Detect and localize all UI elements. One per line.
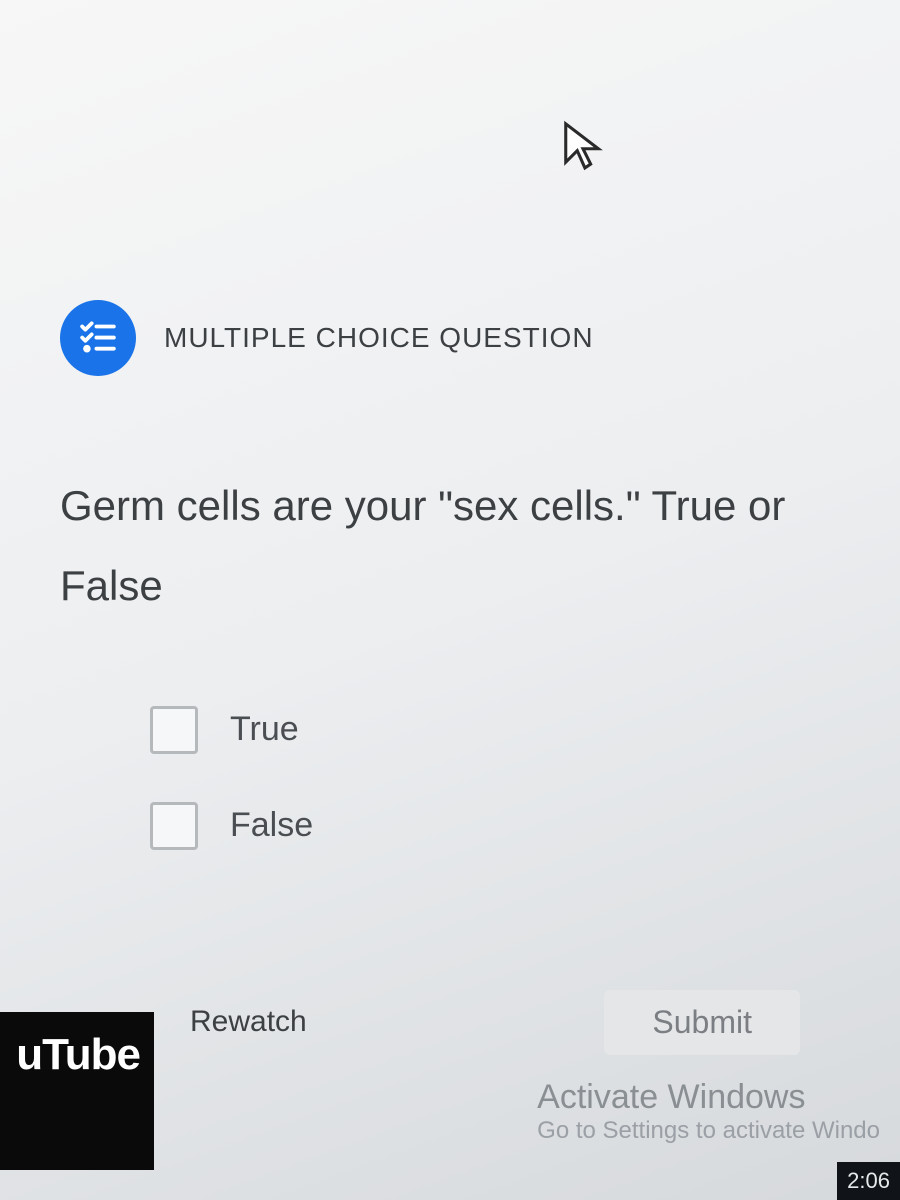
watermark-subtitle: Go to Settings to activate Windo — [537, 1117, 880, 1145]
action-row: Rewatch Submit — [190, 990, 800, 1055]
options-list: True False — [150, 706, 860, 850]
checkbox-icon[interactable] — [150, 706, 198, 754]
checklist-icon — [79, 317, 117, 360]
option-label: True — [230, 710, 299, 749]
windows-activation-watermark: Activate Windows Go to Settings to activ… — [537, 1078, 880, 1145]
watermark-title: Activate Windows — [537, 1078, 880, 1117]
option-true[interactable]: True — [150, 706, 860, 754]
cursor-icon — [560, 120, 606, 176]
youtube-logo-fragment: uTube — [0, 1012, 154, 1170]
question-header: MULTIPLE CHOICE QUESTION — [60, 300, 860, 376]
question-text: Germ cells are your "sex cells." True or… — [60, 466, 860, 626]
rewatch-button[interactable]: Rewatch — [190, 1005, 307, 1039]
option-false[interactable]: False — [150, 802, 860, 850]
question-card: MULTIPLE CHOICE QUESTION Germ cells are … — [40, 280, 900, 1095]
taskbar-clock: 2:06 — [837, 1162, 900, 1200]
submit-button[interactable]: Submit — [604, 990, 800, 1055]
question-type-label: MULTIPLE CHOICE QUESTION — [164, 322, 594, 354]
option-label: False — [230, 806, 313, 845]
checkbox-icon[interactable] — [150, 802, 198, 850]
question-type-badge — [60, 300, 136, 376]
app-viewport: MULTIPLE CHOICE QUESTION Germ cells are … — [0, 0, 900, 1200]
